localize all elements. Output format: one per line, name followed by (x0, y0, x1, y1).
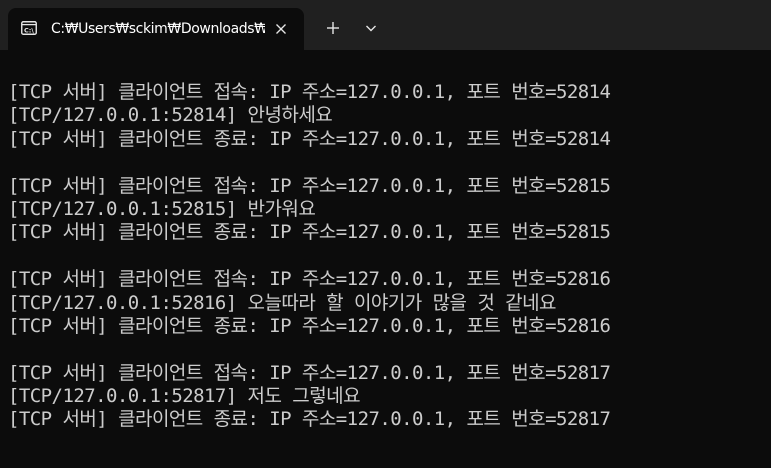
tab-title: C:₩Users₩sckim₩Downloads₩ (51, 21, 265, 37)
terminal-line: [TCP 서버] 클라이언트 종료: IP 주소=127.0.0.1, 포트 번… (8, 221, 611, 244)
tab-command-prompt[interactable]: C:\ C:₩Users₩sckim₩Downloads₩ (8, 8, 304, 50)
terminal-line: [TCP 서버] 클라이언트 종료: IP 주소=127.0.0.1, 포트 번… (8, 314, 611, 337)
terminal-line: [TCP 서버] 클라이언트 접속: IP 주소=127.0.0.1, 포트 번… (8, 174, 611, 197)
terminal-prompt-icon: C:\ (21, 21, 37, 35)
terminal-window: C:\ C:₩Users₩sckim₩Downloads₩ [TCP 서버] 클… (0, 0, 771, 468)
terminal-line: [TCP 서버] 클라이언트 접속: IP 주소=127.0.0.1, 포트 번… (8, 81, 611, 103)
title-bar: C:\ C:₩Users₩sckim₩Downloads₩ (0, 0, 771, 50)
terminal-line: [TCP 서버] 클라이언트 종료: IP 주소=127.0.0.1, 포트 번… (8, 408, 611, 431)
terminal-line: [TCP/127.0.0.1:52816] 오늘따라 할 이야기가 많을 것 같… (8, 291, 557, 314)
terminal-output[interactable]: [TCP 서버] 클라이언트 접속: IP 주소=127.0.0.1, 포트 번… (8, 81, 768, 461)
close-icon[interactable] (271, 19, 291, 39)
chevron-down-icon[interactable] (360, 16, 382, 40)
terminal-line: [TCP/127.0.0.1:52814] 안녕하세요 (8, 104, 333, 127)
plus-icon[interactable] (320, 15, 346, 41)
terminal-line: [TCP/127.0.0.1:52817] 저도 그렇네요 (8, 385, 361, 408)
terminal-line: [TCP 서버] 클라이언트 종료: IP 주소=127.0.0.1, 포트 번… (8, 127, 611, 150)
terminal-line: [TCP 서버] 클라이언트 접속: IP 주소=127.0.0.1, 포트 번… (8, 268, 611, 291)
terminal-line: [TCP/127.0.0.1:52815] 반가워요 (8, 197, 316, 220)
svg-text:C:\: C:\ (24, 26, 34, 34)
terminal-line: [TCP 서버] 클라이언트 접속: IP 주소=127.0.0.1, 포트 번… (8, 361, 611, 384)
